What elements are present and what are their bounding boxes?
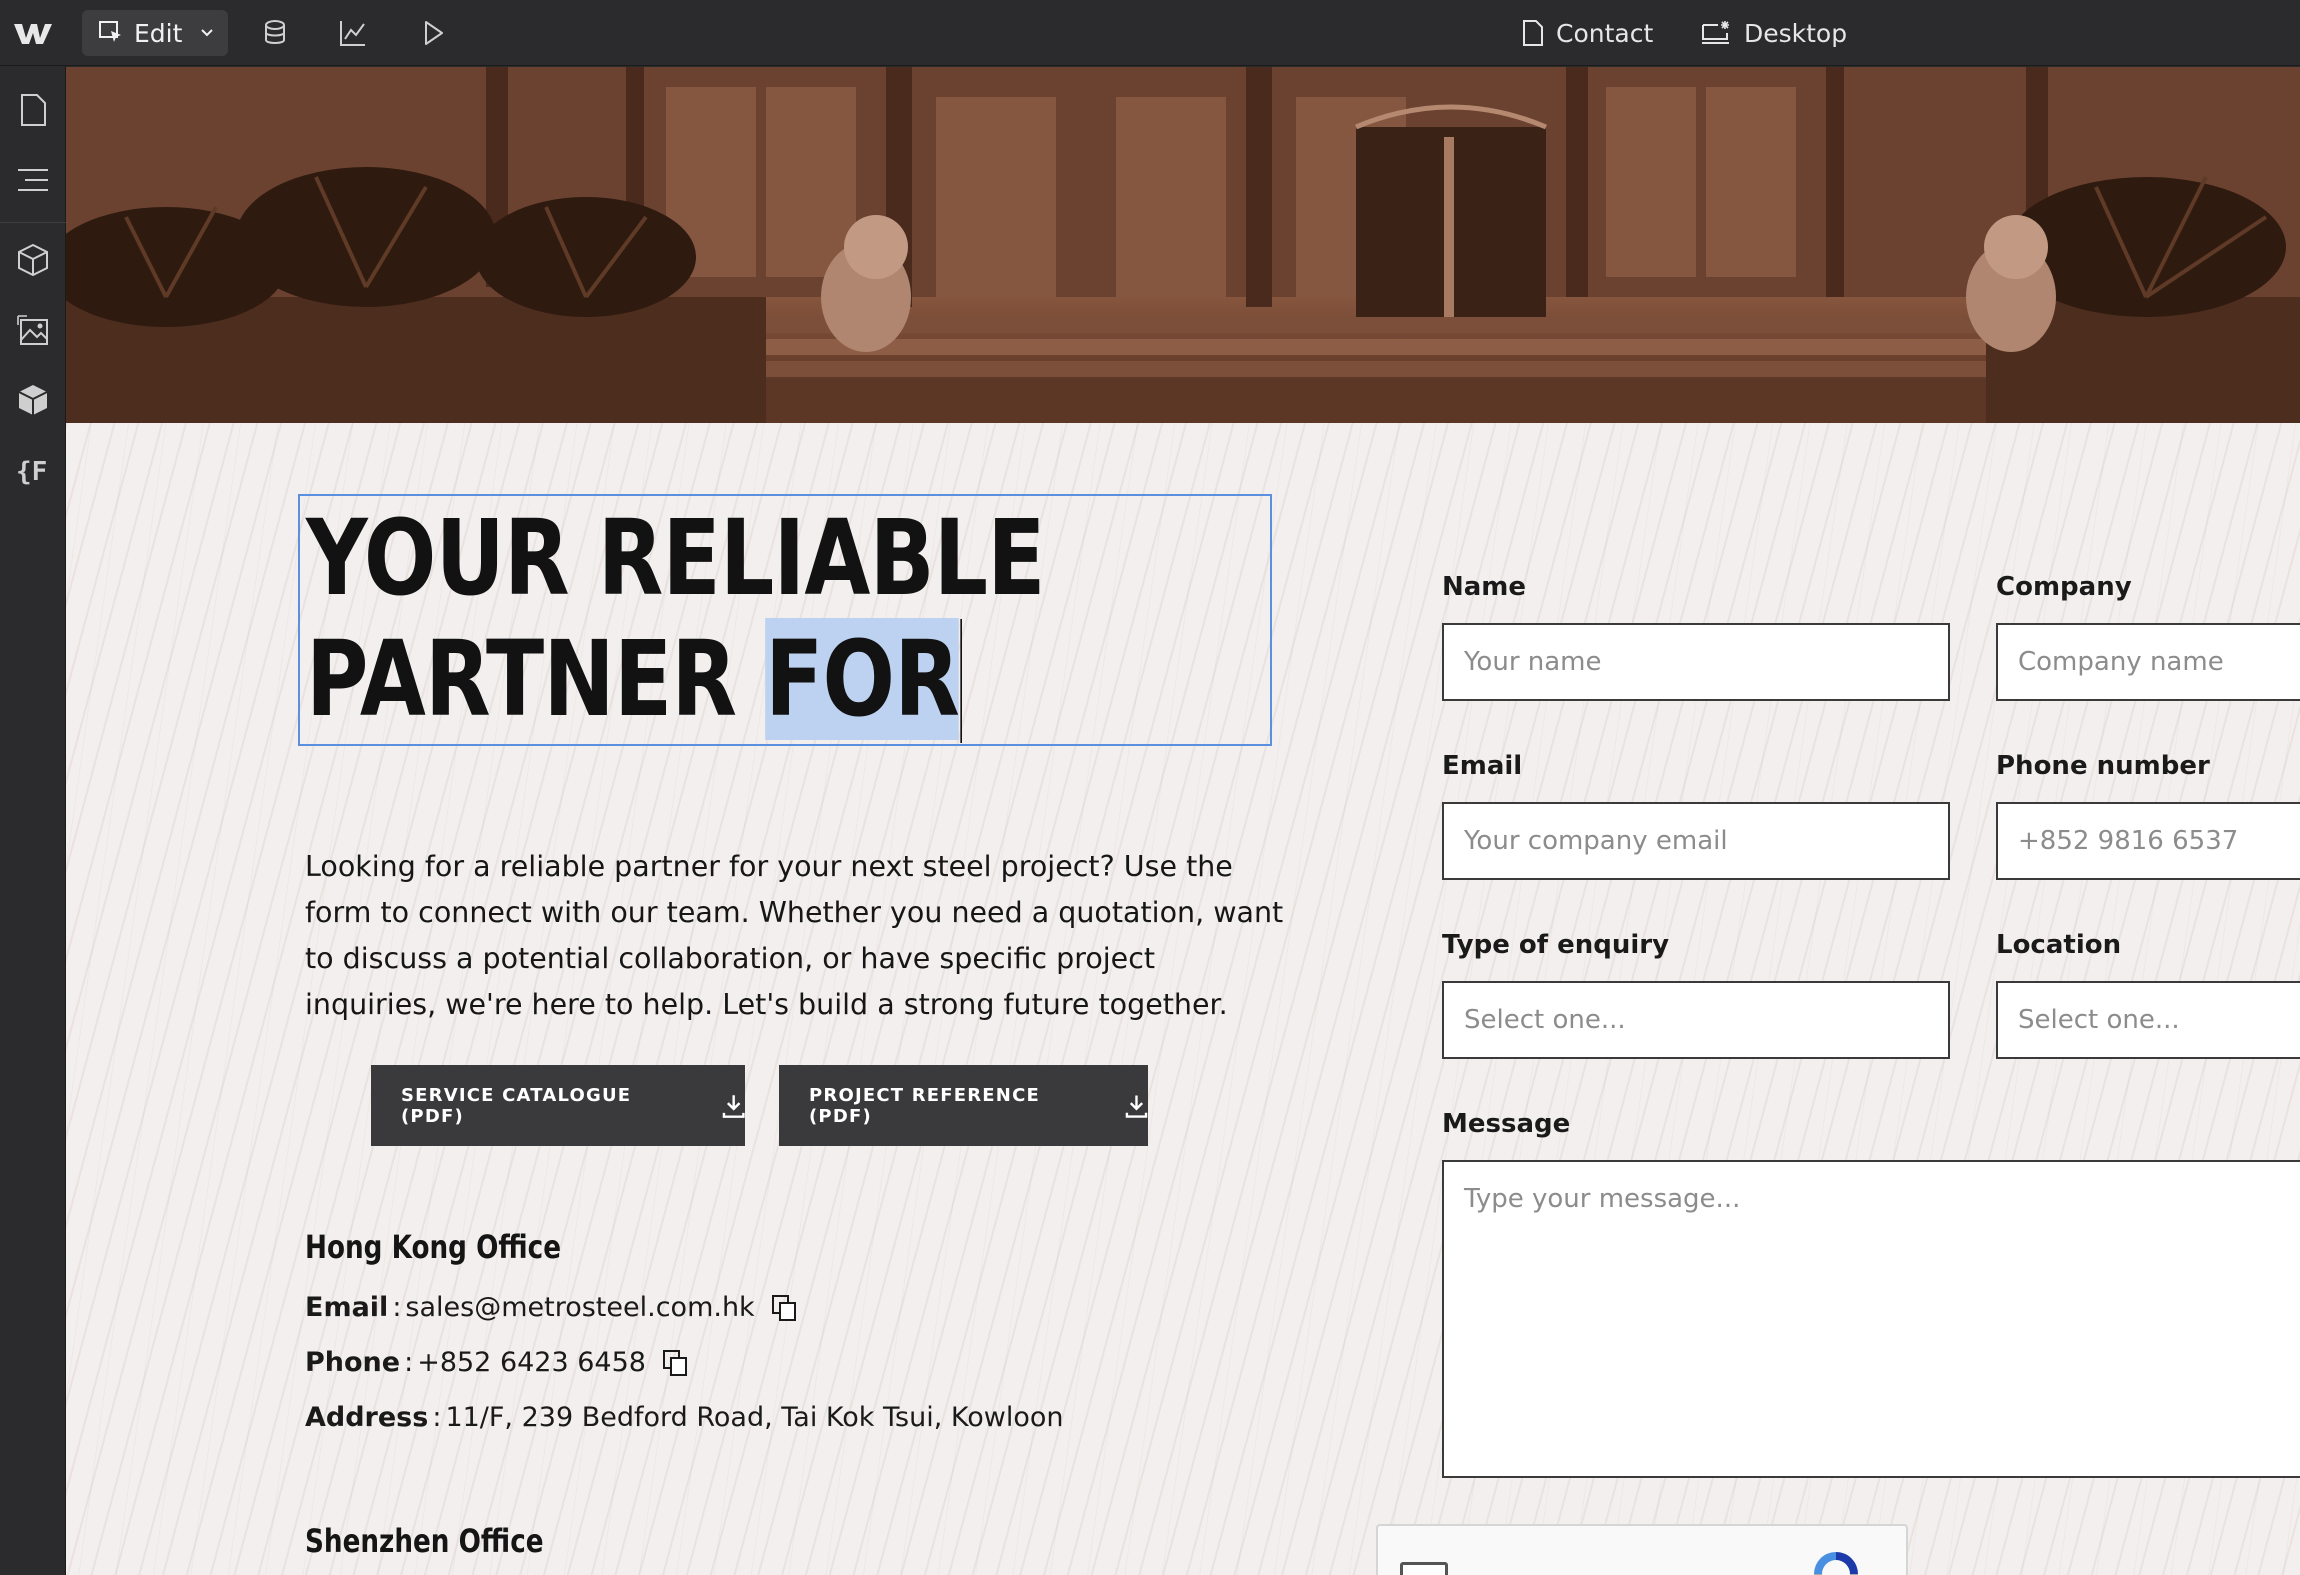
cms-database-icon[interactable] [260,18,290,48]
hk-phone-line: Phone: +852 6423 6458 [305,1347,688,1378]
download-icon [722,1094,745,1118]
breakpoint-label: Desktop [1744,18,1848,48]
name-input[interactable]: Your name [1442,623,1950,701]
name-label: Name [1442,572,1527,602]
navigator-icon[interactable] [15,162,51,198]
copy-icon[interactable] [771,1294,797,1322]
left-sidebar: {F [0,66,66,1575]
hk-phone-value[interactable]: +852 6423 6458 [417,1347,646,1378]
page-icon [1523,20,1543,46]
recaptcha-widget[interactable] [1376,1524,1908,1575]
project-reference-label: PROJECT REFERENCE (PDF) [809,1084,1040,1127]
enquiry-type-select[interactable]: Select one... [1442,981,1950,1059]
message-label: Message [1442,1109,1571,1139]
chevron-down-icon [201,29,213,37]
add-elements-cube-icon[interactable] [15,242,51,278]
message-textarea[interactable]: Type your message... [1442,1160,2300,1478]
enquiry-type-label: Type of enquiry [1442,930,1670,960]
recaptcha-logo-icon [1814,1552,1858,1575]
location-label: Location [1996,930,2122,960]
building-entrance-image [66,67,2300,423]
hero-banner-image [66,67,2300,423]
address-label: Address [305,1402,429,1433]
email-input[interactable]: Your company email [1442,802,1950,880]
top-toolbar: Edit Contact Desktop [0,0,2300,66]
edit-mode-label: Edit [134,18,183,48]
phone-number-label: Phone number [1996,751,2210,781]
edit-mode-dropdown[interactable]: Edit [82,10,228,56]
sz-office-title: Shenzhen Office [305,1522,544,1560]
location-select[interactable]: Select one... [1996,981,2300,1059]
phone-input[interactable]: +852 9816 6537 [1996,802,2300,880]
assets-image-icon[interactable] [15,312,51,348]
headline-line-1: YOUR RELIABLE [306,497,1046,619]
pages-icon[interactable] [15,92,51,128]
breakpoint-selector[interactable]: Desktop [1700,14,1847,52]
preview-play-icon[interactable] [418,18,448,48]
hk-email-line: Email: sales@metrosteel.com.hk [305,1292,797,1323]
components-cube-icon[interactable] [15,382,51,418]
text-caret [960,619,963,743]
phone-label: Phone [305,1347,401,1378]
hk-email-value[interactable]: sales@metrosteel.com.hk [405,1292,754,1323]
svg-text:{F: {F [16,457,47,487]
current-page-selector[interactable]: Contact [1522,14,1653,52]
project-reference-download-button[interactable]: PROJECT REFERENCE (PDF) [779,1065,1148,1146]
email-field-label: Email [1442,751,1523,781]
hk-office-title: Hong Kong Office [305,1228,562,1266]
hk-address-value: 11/F, 239 Bedford Road, Tai Kok Tsui, Ko… [445,1402,1064,1433]
download-icon [1125,1094,1148,1118]
company-label: Company [1996,572,2132,602]
hk-address-line: Address: 11/F, 239 Bedford Road, Tai Kok… [305,1402,1064,1433]
service-catalogue-download-button[interactable]: SERVICE CATALOGUE (PDF) [371,1065,745,1146]
selected-text-highlight: FOR [765,618,960,740]
company-input[interactable]: Company name [1996,623,2300,701]
current-page-label: Contact [1556,18,1654,48]
service-catalogue-label: SERVICE CATALOGUE (PDF) [401,1084,632,1127]
analytics-chart-icon[interactable] [338,18,368,48]
webflow-logo-icon[interactable] [12,16,54,50]
email-label: Email [305,1292,389,1323]
copy-icon[interactable] [662,1349,688,1377]
variables-icon[interactable]: {F [15,452,51,488]
sidebar-divider [0,222,66,223]
cursor-select-icon [99,21,121,42]
intro-paragraph[interactable]: Looking for a reliable partner for your … [305,844,1290,1028]
desktop-breakpoint-icon [1702,21,1729,44]
recaptcha-checkbox[interactable] [1400,1562,1448,1575]
page-headline[interactable]: YOUR RELIABLE PARTNER FOR [306,498,1093,743]
headline-line-2: PARTNER [306,618,766,740]
